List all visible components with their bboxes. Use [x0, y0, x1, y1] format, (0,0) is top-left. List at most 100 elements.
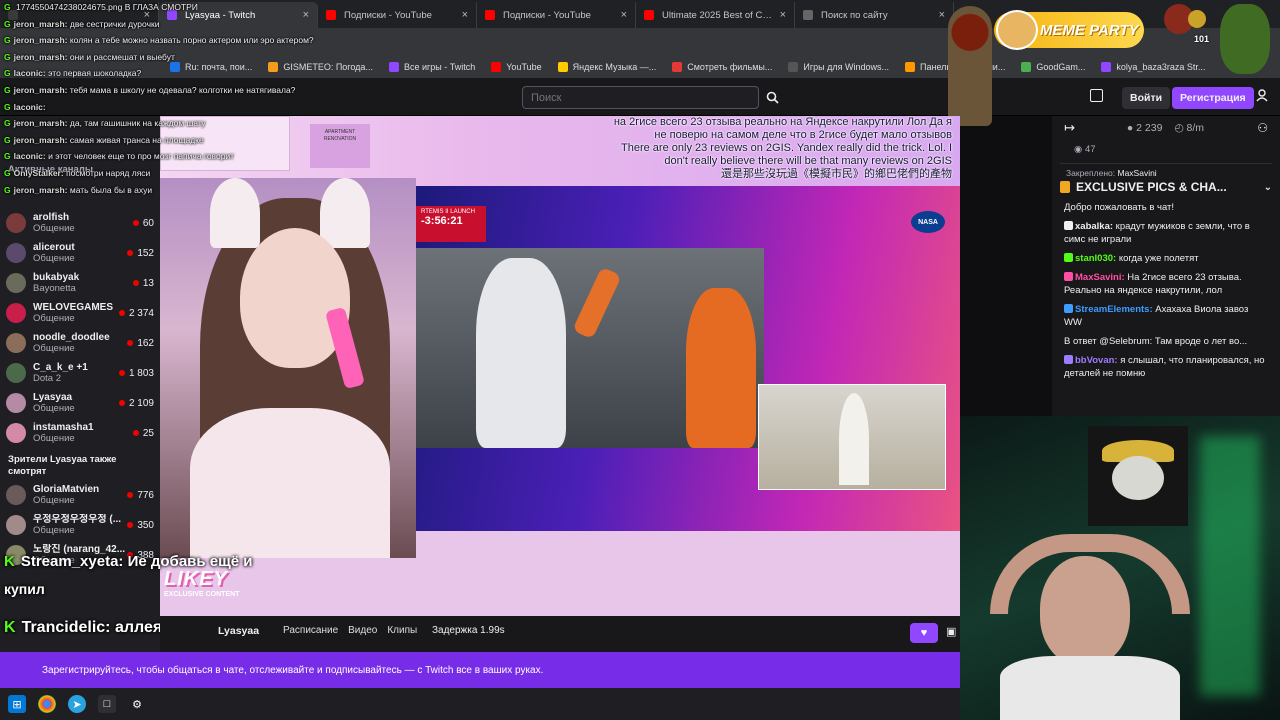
channel-name: 우정우정우정우정 (... — [33, 514, 122, 525]
search-icon — [766, 91, 779, 104]
user-menu-icon[interactable] — [1256, 89, 1268, 105]
chat-message: bbVovan: я слышал, что планировался, но … — [1052, 351, 1280, 383]
windows-start-icon[interactable]: ⊞ — [8, 695, 26, 713]
prime-crown-icon[interactable] — [1090, 89, 1103, 102]
tab-favicon-icon — [326, 10, 336, 20]
sidebar-channel-item[interactable]: bukabyak Bayonetta 13 — [0, 268, 160, 298]
chat-username[interactable]: xabalka: — [1075, 221, 1113, 232]
chevron-down-icon[interactable]: ⌄ — [1264, 182, 1272, 193]
overlay-chat-line: Gjeron_marsh: колян а тебе можно назвать… — [4, 35, 314, 45]
close-tab-icon[interactable]: × — [780, 9, 786, 21]
browser-tab[interactable]: Подписки - YouTube × — [477, 2, 636, 28]
channel-name: alicerout — [33, 242, 75, 253]
chat-message: MaxSavini: На 2гисе всего 23 отзыва. Реа… — [1052, 268, 1280, 300]
live-dot-icon — [118, 400, 125, 406]
live-dot-icon — [132, 430, 139, 436]
sidebar-channel-item[interactable]: GloriaMatvien Общение 776 — [0, 480, 160, 510]
chat-username[interactable]: stanl030: — [1075, 253, 1116, 264]
sidebar-channel-item[interactable]: Lyasyaa Общение 2 109 — [0, 388, 160, 418]
chat-username[interactable]: bbVovan: — [1075, 355, 1118, 366]
bookmark-favicon-icon — [1021, 62, 1032, 72]
sidebar-channel-item[interactable]: arolfish Общение 60 — [0, 208, 160, 238]
bookmark-item[interactable]: Яндекс Музыка —... — [557, 62, 657, 72]
login-button[interactable]: Войти — [1122, 87, 1171, 109]
tab-title: Ultimate 2025 Best of Cosplay — [662, 9, 774, 21]
kick-icon: G — [4, 101, 11, 112]
channel-name: instamasha1 — [33, 422, 94, 433]
bookmark-favicon-icon — [672, 62, 683, 72]
collapse-chat-icon[interactable]: ↦ — [1064, 120, 1075, 136]
watching-count: ◉ 47 — [1074, 144, 1096, 155]
file-explorer-icon[interactable]: □ — [98, 695, 116, 713]
community-icon[interactable]: ⚇ — [1257, 121, 1268, 135]
chat-text: Добро пожаловать в чат! — [1064, 202, 1175, 213]
channel-name[interactable]: Lyasyaa — [218, 625, 259, 637]
browser-tab[interactable]: Подписки - YouTube × — [318, 2, 477, 28]
nasa-broadcast-panel: RTEMIS II LAUNCH -3:56:21 NASA — [416, 186, 960, 531]
os-taskbar: ⊞ ➤ □ ⚙ — [0, 688, 960, 720]
follow-heart-button[interactable]: ♥ — [910, 623, 938, 643]
channel-name: noodle_doodlee — [33, 332, 110, 343]
pinned-message[interactable]: Закреплено: MaxSavini EXCLUSIVE PICS & C… — [1060, 163, 1272, 194]
browser-tab[interactable]: Поиск по сайту × — [795, 2, 954, 28]
telegram-icon[interactable]: ➤ — [68, 695, 86, 713]
sidebar-channel-item[interactable]: noodle_doodlee Общение 162 — [0, 328, 160, 358]
sidebar-channel-item[interactable]: WELOVEGAMES Общение 2 374 — [0, 298, 160, 328]
chat-username[interactable]: MaxSavini: — [1075, 272, 1125, 283]
chat-badge-icon — [1064, 355, 1073, 364]
channel-name: GloriaMatvien — [33, 484, 100, 495]
overlay-chat-line: Gjeron_marsh: две сестрички дурочки — [4, 19, 159, 29]
lock-icon — [1060, 181, 1070, 193]
channel-nav-link[interactable]: Клипы — [387, 625, 417, 636]
browser-tab[interactable]: Ultimate 2025 Best of Cosplay × — [636, 2, 795, 28]
chat-badge-icon — [1064, 272, 1073, 281]
bookmark-item[interactable]: YouTube — [491, 62, 542, 72]
astronauts-video — [416, 248, 764, 448]
overlay-chat-line: Gjeron_marsh: мать была бы в ахуи — [4, 185, 152, 195]
sidebar-channel-item[interactable]: instamasha1 Общение 25 — [0, 418, 160, 448]
tab-title: Подписки - YouTube — [344, 9, 432, 21]
kick-icon: K — [4, 619, 16, 636]
close-tab-icon[interactable]: × — [939, 9, 945, 21]
channel-nav-link[interactable]: Расписание — [283, 625, 338, 636]
overlay-chat-user: jeron_marsh: — [13, 118, 68, 129]
close-tab-icon[interactable]: × — [621, 9, 627, 21]
overlay-chat-line: Gjeron_marsh: самая живая транса на площ… — [4, 135, 204, 145]
signup-promo-banner[interactable]: Зарегистрируйтесь, чтобы общаться в чате… — [0, 652, 960, 688]
sidebar-channel-item[interactable]: C_a_k_e +1 Dota 2 1 803 — [0, 358, 160, 388]
kick-icon: G — [4, 2, 11, 12]
sidebar-channel-item[interactable]: 우정우정우정우정 (... Общение 350 — [0, 510, 160, 540]
overlay-chat-user: jeron_marsh: — [13, 35, 68, 46]
search-button[interactable] — [761, 86, 783, 109]
bookmark-label: Игры для Windows... — [803, 62, 890, 72]
signup-button[interactable]: Регистрация — [1172, 87, 1254, 109]
overlay-chat-line: G OnlyStalker: посмотри наряд ляси — [4, 168, 150, 178]
avatar — [6, 273, 26, 293]
chat-badge-icon — [1064, 221, 1073, 230]
kick-icon: G — [4, 35, 11, 46]
bookmark-favicon-icon — [491, 62, 502, 72]
close-tab-icon[interactable]: × — [462, 9, 468, 21]
overlay-chat-text: купил — [4, 581, 45, 597]
channel-category: Общение — [33, 223, 75, 234]
countdown-time: -3:56:21 — [421, 215, 463, 227]
bookmark-item[interactable]: GoodGam... — [1021, 62, 1085, 72]
pinned-label: Закреплено: — [1066, 168, 1116, 178]
sidebar-channel-item[interactable]: alicerout Общение 152 — [0, 238, 160, 268]
overlay-chat-user: OnlyStalker: — [13, 168, 64, 178]
gift-icon[interactable]: ▣ — [946, 625, 956, 638]
kick-icon: G — [4, 85, 11, 95]
chrome-icon[interactable] — [38, 695, 56, 713]
bookmark-item[interactable]: Смотреть фильмы... — [672, 62, 772, 72]
close-tab-icon[interactable]: × — [303, 9, 309, 21]
bookmark-label: Яндекс Музыка —... — [572, 62, 657, 72]
subtitle-line: на 2гисе всего 23 отзыва реально на Янде… — [613, 116, 952, 128]
bookmark-item[interactable]: Все игры - Twitch — [388, 62, 475, 72]
settings-gear-icon[interactable]: ⚙ — [128, 695, 146, 713]
viewer-count: 776 — [127, 490, 154, 501]
chat-username[interactable]: StreamElements: — [1075, 304, 1153, 315]
channel-nav-link[interactable]: Видео — [348, 625, 377, 636]
bookmark-item[interactable]: Игры для Windows... — [788, 62, 889, 72]
search-input[interactable] — [522, 86, 759, 109]
rocket-inset-video — [758, 384, 946, 490]
